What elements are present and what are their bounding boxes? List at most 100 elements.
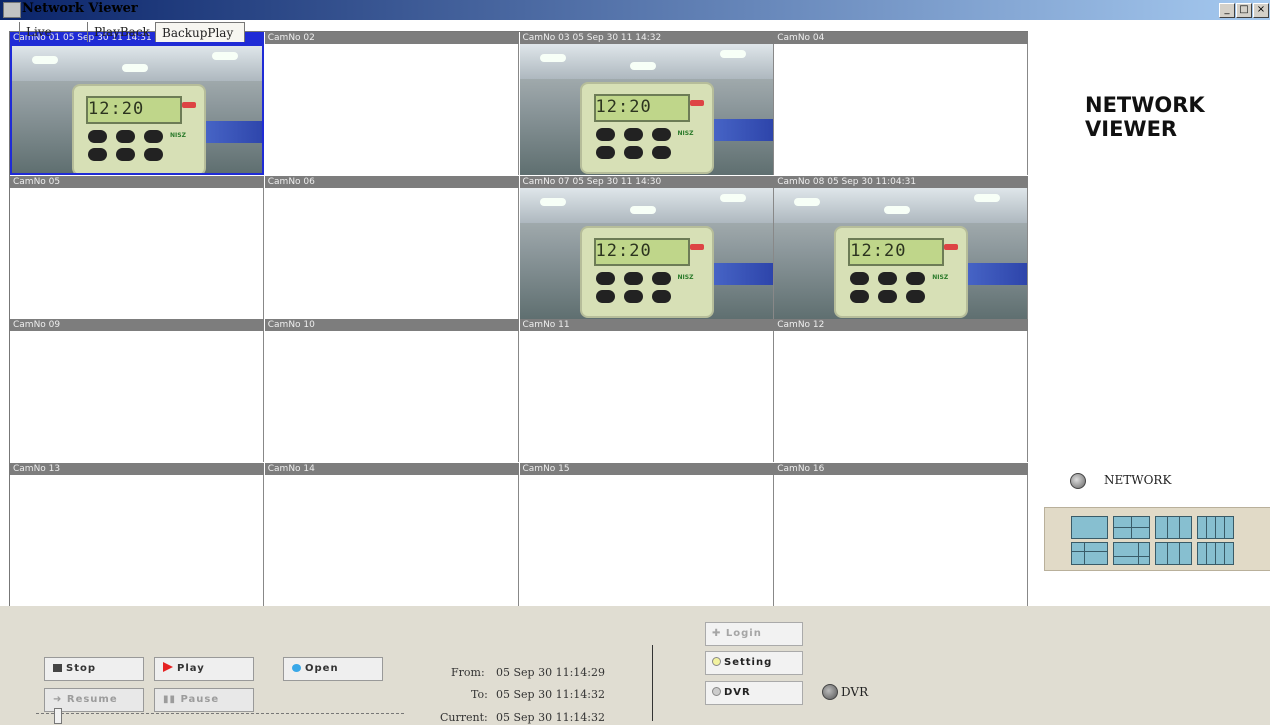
camera-label: CamNo 09 xyxy=(10,319,264,331)
setting-label: Setting xyxy=(724,657,773,668)
camera-cell[interactable]: CamNo 02 xyxy=(264,32,519,175)
camera-view[interactable] xyxy=(10,474,264,606)
camera-cell[interactable]: CamNo 03 05 Sep 30 11 14:32 12:20 NISZ xyxy=(519,32,774,175)
login-button[interactable]: ✚ Login xyxy=(705,622,803,646)
device-brand: NISZ xyxy=(170,132,186,139)
layout-2x2-button[interactable] xyxy=(1113,516,1150,539)
camera-label: CamNo 03 05 Sep 30 11 14:32 xyxy=(519,32,774,44)
camera-cell[interactable]: CamNo 15 xyxy=(519,462,774,606)
camera-view[interactable]: 12:20 NISZ xyxy=(519,44,774,175)
from-value: 05 Sep 30 11:14:29 xyxy=(496,666,605,679)
layout-3x3-button[interactable] xyxy=(1155,516,1192,539)
camera-view[interactable] xyxy=(10,187,264,319)
tab-backupplay[interactable]: BackupPlay xyxy=(155,22,245,42)
clock-display: 12:20 xyxy=(593,237,690,266)
play-label: Play xyxy=(177,663,205,674)
panel-divider xyxy=(652,645,653,721)
window-title: Network Viewer xyxy=(22,1,138,16)
camera-cell[interactable]: CamNo 13 xyxy=(10,462,264,606)
tab-playback[interactable]: PlayBack xyxy=(87,22,155,42)
camera-view[interactable]: 12:20 NISZ xyxy=(519,187,774,319)
login-icon: ✚ xyxy=(712,628,726,639)
open-button[interactable]: Open xyxy=(283,657,383,681)
play-button[interactable]: Play xyxy=(154,657,254,681)
camera-cell[interactable]: CamNo 04 xyxy=(774,32,1029,175)
camera-view[interactable] xyxy=(265,474,519,606)
camera-view[interactable] xyxy=(10,331,264,462)
camera-view[interactable] xyxy=(774,44,1029,175)
camera-cell[interactable]: CamNo 12 xyxy=(774,319,1029,462)
camera-cell[interactable]: CamNo 14 xyxy=(264,462,519,606)
device-brand: NISZ xyxy=(677,130,694,137)
resume-icon: ➜ xyxy=(53,694,67,705)
layout-1plus7-button[interactable] xyxy=(1113,542,1150,565)
camera-label: CamNo 12 xyxy=(774,319,1029,331)
camera-view[interactable] xyxy=(774,474,1029,606)
camera-cell[interactable]: CamNo 09 xyxy=(10,319,264,462)
setting-button[interactable]: Setting xyxy=(705,651,803,675)
camera-label: CamNo 14 xyxy=(264,462,519,475)
camera-label: CamNo 11 xyxy=(519,319,774,331)
camera-view[interactable] xyxy=(774,331,1029,462)
camera-feed-image: 12:20 NISZ xyxy=(774,187,1028,319)
camera-cell[interactable]: CamNo 10 xyxy=(264,319,519,462)
camera-cell[interactable]: CamNo 07 05 Sep 30 11 14:30 12:20 NISZ xyxy=(519,175,774,319)
camera-view[interactable]: 12:20 NISZ xyxy=(10,44,264,175)
camera-cell[interactable]: CamNo 06 xyxy=(264,175,519,319)
panel-curve xyxy=(1028,606,1270,650)
camera-label: CamNo 10 xyxy=(264,319,519,331)
playback-slider-track[interactable] xyxy=(36,713,404,718)
camera-label: CamNo 04 xyxy=(774,32,1029,44)
brand-line-1: NETWORK xyxy=(1085,93,1205,117)
camera-view[interactable] xyxy=(265,187,519,319)
camera-cell[interactable]: CamNo 11 xyxy=(519,319,774,462)
device-brand: NISZ xyxy=(677,273,694,281)
brand-title: NETWORK VIEWER xyxy=(1085,93,1245,141)
pause-icon: ▮▮ xyxy=(163,694,181,705)
clock-display: 12:20 xyxy=(86,96,182,124)
camera-feed-image: 12:20 NISZ xyxy=(12,46,262,173)
camera-view[interactable] xyxy=(520,474,774,606)
camera-label: CamNo 13 xyxy=(10,462,264,475)
app-icon xyxy=(3,2,21,18)
network-radio-button[interactable] xyxy=(1070,473,1086,489)
playback-slider-thumb[interactable] xyxy=(54,708,62,724)
close-button[interactable]: × xyxy=(1253,3,1269,18)
camera-label: CamNo 08 05 Sep 30 11:04:31 xyxy=(774,175,1029,188)
dvr-button[interactable]: DVR xyxy=(705,681,803,705)
camera-view[interactable]: 12:20 NISZ xyxy=(774,187,1029,319)
layout-4x4-button[interactable] xyxy=(1197,516,1234,539)
camera-cell[interactable]: CamNo 01 05 Sep 30 11 14:31 12:20 NISZ xyxy=(10,32,264,175)
maximize-button[interactable]: □ xyxy=(1236,3,1252,18)
camera-view[interactable] xyxy=(265,331,519,462)
dvr-icon xyxy=(712,687,721,696)
tab-live[interactable]: Live xyxy=(19,22,77,42)
stop-icon xyxy=(53,664,62,672)
camera-label: CamNo 05 xyxy=(10,175,264,188)
pause-button[interactable]: ▮▮ Pause xyxy=(154,688,254,712)
login-label: Login xyxy=(725,628,762,639)
camera-feed-image: 12:20 NISZ xyxy=(519,187,773,319)
layout-selector-panel xyxy=(1044,507,1270,571)
camera-label: CamNo 02 xyxy=(264,32,519,44)
camera-view[interactable] xyxy=(265,44,519,175)
dvr-radio-button[interactable] xyxy=(822,684,838,700)
layout-1plus12-button[interactable] xyxy=(1155,542,1192,565)
stop-label: Stop xyxy=(66,663,97,674)
layout-2x4-button[interactable] xyxy=(1197,542,1234,565)
stop-button[interactable]: Stop xyxy=(44,657,144,681)
play-icon xyxy=(163,662,173,672)
from-label: From: xyxy=(451,666,485,679)
to-value: 05 Sep 30 11:14:32 xyxy=(496,688,605,701)
camera-view[interactable] xyxy=(520,331,774,462)
minimize-button[interactable]: _ xyxy=(1219,3,1235,18)
window-title-bar: Network Viewer _ □ × xyxy=(0,0,1270,20)
camera-cell[interactable]: CamNo 05 xyxy=(10,175,264,319)
layout-1x1-button[interactable] xyxy=(1071,516,1108,539)
dvr-label: DVR xyxy=(724,687,751,698)
camera-cell[interactable]: CamNo 08 05 Sep 30 11:04:31 12:20 NISZ xyxy=(774,175,1029,319)
device-brand: NISZ xyxy=(932,273,949,281)
pause-label: Pause xyxy=(180,694,220,705)
layout-1plus5-button[interactable] xyxy=(1071,542,1108,565)
camera-cell[interactable]: CamNo 16 xyxy=(774,462,1029,606)
